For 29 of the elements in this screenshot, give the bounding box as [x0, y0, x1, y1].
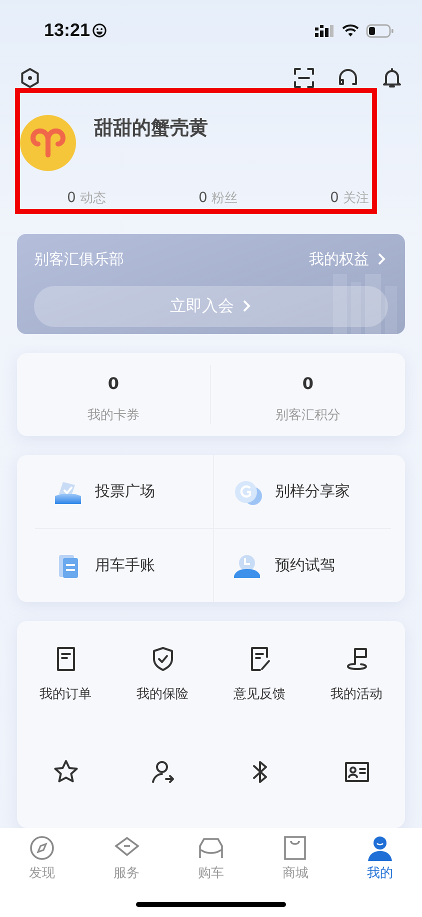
- service-item[interactable]: 意见反馈: [211, 644, 308, 744]
- clock-time: 13:21: [44, 20, 90, 42]
- shortcut-item[interactable]: 预约试驾: [213, 529, 391, 602]
- stat-link[interactable]: 0 动态: [67, 189, 157, 208]
- stat-link[interactable]: 0 粉丝: [198, 189, 288, 208]
- tab[interactable]: 我的: [338, 834, 422, 882]
- smiley-icon: [92, 23, 108, 38]
- chevron-icon: [377, 252, 387, 266]
- shortcut-item[interactable]: 投票广场: [35, 455, 213, 530]
- shortcut-item[interactable]: 用车手账: [35, 529, 213, 602]
- battery-icon: [366, 24, 394, 38]
- wifi-icon: [342, 24, 359, 38]
- shortcut-item[interactable]: 别样分享家: [213, 455, 391, 530]
- compass-icon: [28, 834, 56, 862]
- club-title: 别客汇俱乐部: [34, 250, 124, 269]
- service-item[interactable]: 我的活动: [308, 644, 405, 744]
- count-value: 0: [302, 374, 314, 394]
- avatar[interactable]: [20, 115, 76, 172]
- scan-icon[interactable]: [292, 66, 316, 90]
- service-item[interactable]: 我的订单: [17, 644, 114, 744]
- bell-icon[interactable]: [380, 66, 404, 90]
- count-value: 0: [108, 374, 120, 394]
- signal-icon: [315, 24, 335, 37]
- chevron-icon: [242, 299, 252, 314]
- stat-link[interactable]: 0 关注: [330, 189, 372, 208]
- service-item[interactable]: 我的保险: [114, 644, 211, 744]
- user-icon: [366, 834, 394, 862]
- user-name: 甜甜的蟹壳黄: [94, 116, 208, 142]
- settings-icon[interactable]: [18, 66, 42, 90]
